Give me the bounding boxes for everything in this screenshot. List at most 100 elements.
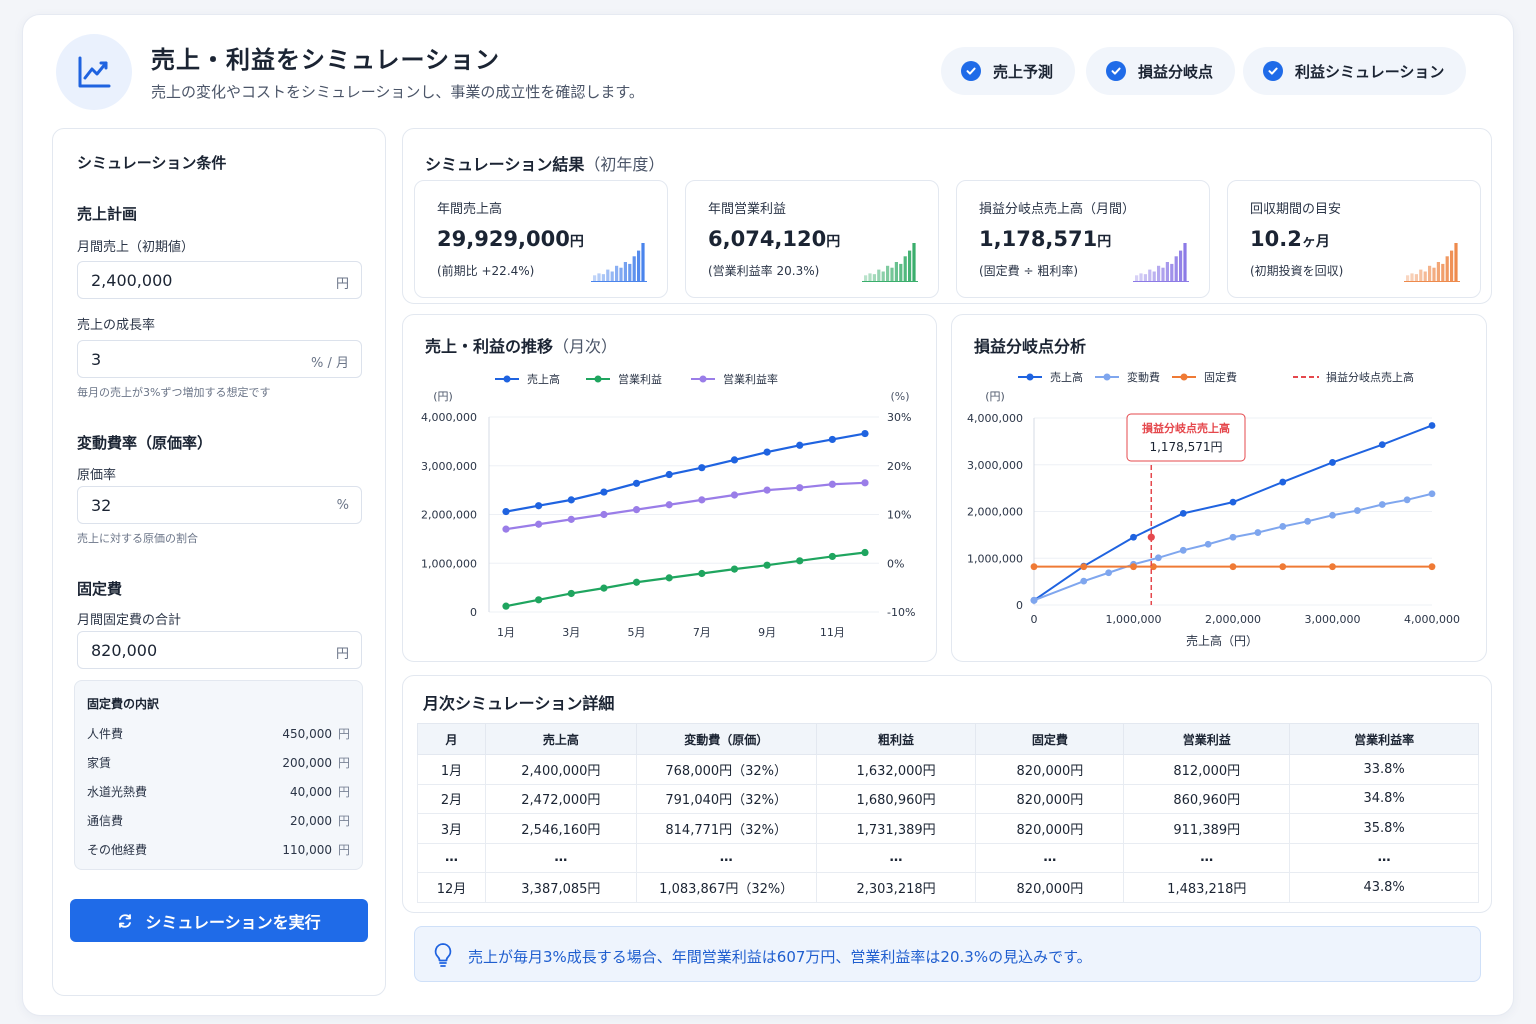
sparkline-bar — [606, 269, 610, 281]
data-point — [1154, 554, 1162, 562]
data-point — [665, 574, 673, 582]
sparkline-bar — [1423, 271, 1427, 281]
run-simulation-button[interactable]: シミュレーションを実行 — [70, 899, 368, 942]
x-tick-label: 7月 — [693, 626, 711, 639]
kpi-payback-period: 回収期間の目安 10.2ヶ月 (初期投資を回収) — [1227, 180, 1481, 298]
table-cell: 33.8% — [1289, 754, 1479, 785]
data-point — [1254, 529, 1262, 536]
data-point — [1378, 501, 1386, 508]
x-tick-label: 3月 — [562, 626, 580, 639]
growth-rate-input[interactable]: 3 % / 月 — [77, 340, 362, 378]
data-point — [730, 565, 739, 573]
data-point — [665, 501, 673, 509]
data-point — [1428, 563, 1436, 571]
cost-rate-input[interactable]: 32 % — [77, 486, 362, 524]
breakdown-row: 水道光熱費 40,000 円 — [87, 783, 350, 800]
table-row: 2月 2,472,000円 791,040円（32%） 1,680,960円 820,0… — [417, 783, 1479, 814]
table-cell: 2,546,160円 — [484, 813, 637, 844]
data-point — [1279, 478, 1287, 486]
series-line — [1033, 492, 1433, 602]
x-tick-label: 1月 — [497, 626, 515, 639]
series-line — [505, 481, 866, 531]
kpi-value-number: 29,929,000 — [437, 227, 570, 251]
kpi-note: (前期比 +22.4%) — [437, 264, 535, 278]
bep-annotation-value: 1,178,571円 — [1149, 440, 1222, 454]
breakdown-row: 家賃 200,000 円 — [87, 754, 350, 771]
data-point — [502, 525, 510, 533]
table-cell: 43.8% — [1289, 872, 1479, 903]
pill-sales-forecast[interactable]: 売上予測 — [941, 47, 1076, 95]
table-cell: 820,000円 — [975, 813, 1125, 844]
fixed-cost-breakdown: 固定費の内訳 人件費 450,000 円 家賃 200,000 円 水道光熱費 40,00… — [74, 680, 363, 870]
check-icon — [961, 61, 981, 81]
kpi-title: 損益分岐点売上高（月間） — [979, 202, 1136, 217]
data-point — [1279, 563, 1287, 571]
fixed-total-input[interactable]: 820,000 円 — [77, 631, 362, 669]
breakdown-unit: 円 — [337, 756, 350, 770]
input-unit: % — [336, 498, 349, 513]
data-point — [763, 561, 771, 569]
legend-label: 営業利益 — [618, 372, 662, 386]
data-point — [861, 548, 869, 557]
data-point — [535, 596, 543, 604]
sparkline-bar — [868, 273, 872, 281]
data-point — [1130, 563, 1137, 571]
data-point — [535, 520, 543, 528]
sparkline-bar — [1139, 273, 1143, 281]
data-point — [632, 506, 641, 514]
breakdown-unit: 円 — [337, 785, 350, 799]
legend-label: 固定費 — [1204, 370, 1237, 384]
data-point — [502, 602, 510, 610]
legend-marker — [1026, 373, 1034, 381]
table-header: 変動費（原価） — [635, 723, 817, 755]
x-axis-label: 売上高（円） — [1186, 633, 1258, 648]
conditions-title: シミュレーション条件 — [77, 154, 227, 172]
data-point — [1105, 569, 1113, 577]
table-header: 粗利益 — [815, 723, 977, 755]
data-point — [1353, 507, 1361, 514]
sales-plan-heading: 売上計画 — [77, 205, 138, 223]
data-point — [1428, 422, 1436, 429]
pill-profit-simulation[interactable]: 利益シミュレーション — [1243, 47, 1467, 95]
legend-label: 売上高 — [527, 372, 560, 386]
monthly-sales-input[interactable]: 2,400,000 円 — [77, 261, 362, 299]
chart-line-icon — [56, 34, 132, 110]
results-title-suffix: （初年度） — [584, 155, 665, 174]
table-header: 固定費 — [975, 723, 1125, 755]
data-point — [1130, 533, 1137, 541]
sparkline-bar — [1419, 269, 1423, 281]
data-point — [1403, 496, 1411, 504]
breakdown-unit: 円 — [337, 843, 350, 857]
table-cell: … — [417, 842, 486, 873]
data-point — [698, 569, 706, 578]
data-point — [600, 488, 608, 496]
data-point — [632, 578, 641, 586]
table-cell: 820,000円 — [975, 754, 1125, 785]
table-cell: 1,731,389円 — [815, 813, 977, 844]
trend-chart-card: 売上・利益の推移（月次） 売上高 営業利益 営業利益率 (円) (%) 4,000,000… — [402, 314, 937, 662]
monthly-detail-table: 月 売上高 変動費（原価） 粗利益 固定費 営業利益 営業利益率 1月 2,400… — [417, 723, 1479, 903]
sparkline-bar — [912, 243, 916, 281]
input-value: 32 — [91, 496, 112, 515]
sparkline-bar — [886, 265, 890, 281]
sparkline-icon — [862, 243, 918, 282]
breakdown-name: 水道光熱費 — [87, 785, 148, 799]
pill-label: 損益分岐点 — [1138, 62, 1214, 81]
legend-label: 営業利益率 — [723, 372, 778, 386]
data-point — [1329, 563, 1336, 571]
sparkline-bar — [1174, 256, 1178, 281]
pill-break-even[interactable]: 損益分岐点 — [1086, 47, 1236, 95]
sparkline-icon — [591, 243, 647, 282]
sparkline-icon — [1133, 243, 1189, 282]
kpi-annual-operating-profit: 年間営業利益 6,074,120円 (営業利益率 20.3%) — [685, 180, 939, 298]
data-point — [567, 515, 575, 523]
table-cell: … — [815, 842, 977, 873]
sparkline-icon — [1404, 243, 1460, 282]
x-tick-label: 11月 — [820, 626, 845, 639]
data-point — [1204, 540, 1212, 548]
table-cell: 1,083,867円（32%） — [635, 872, 817, 903]
kpi-note: (営業利益率 20.3%) — [708, 264, 820, 278]
breakdown-name: その他経費 — [87, 843, 148, 857]
y-right-tick-label: 20% — [887, 460, 911, 473]
legend-label: 売上高 — [1050, 370, 1083, 384]
